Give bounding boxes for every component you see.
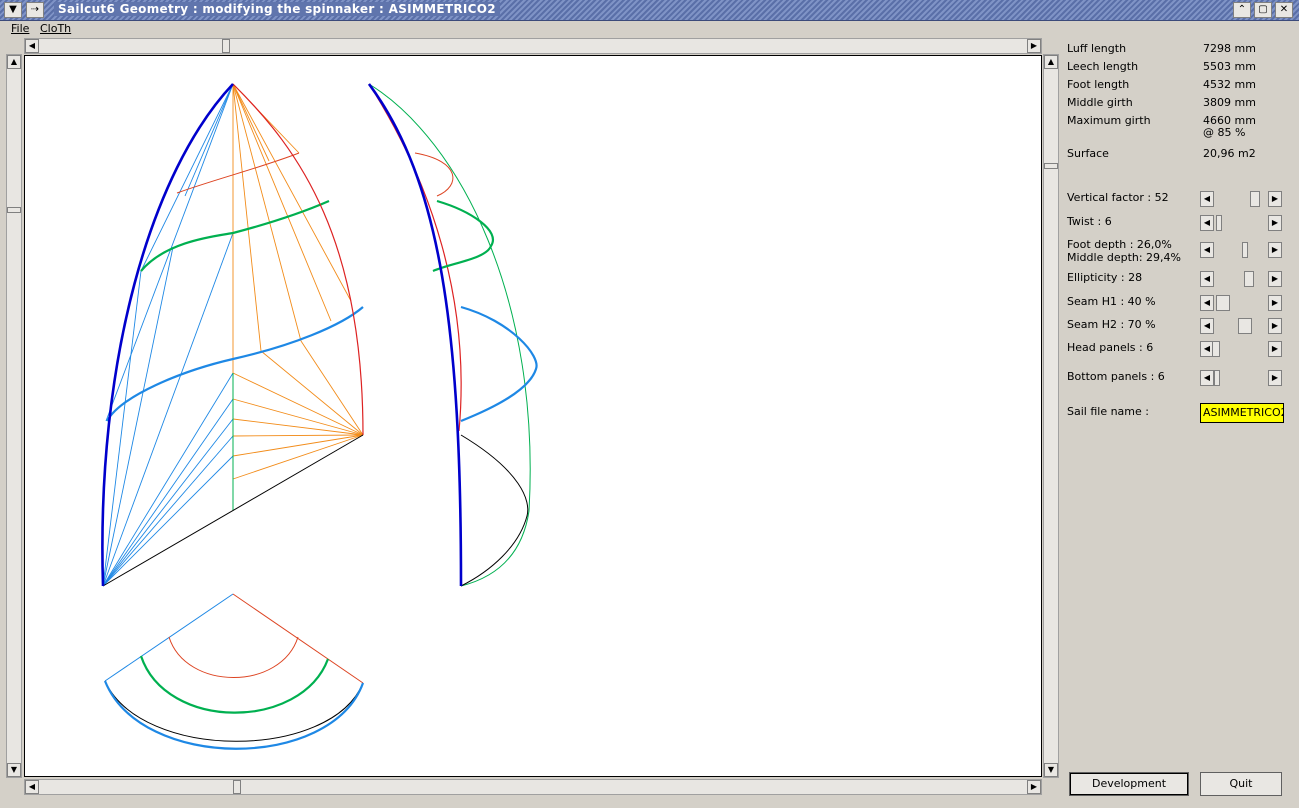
leech-length-label: Leech length <box>1067 60 1139 73</box>
development-button[interactable]: Development <box>1069 772 1189 796</box>
scrollbar-thumb[interactable] <box>7 207 21 213</box>
luff-length-value: 7298 mm <box>1203 42 1256 55</box>
foot-length-label: Foot length <box>1067 78 1130 91</box>
parameter-panel: Luff length 7298 mm Leech length 5503 mm… <box>1060 40 1296 800</box>
decrease-icon[interactable]: ◀ <box>1200 370 1214 386</box>
middle-depth-label: Middle depth: 29,4% <box>1067 251 1181 264</box>
close-icon[interactable]: ✕ <box>1275 2 1293 18</box>
head-panels-label: Head panels : 6 <box>1067 341 1154 354</box>
minimize-icon[interactable]: ⌃ <box>1233 2 1251 18</box>
slider-thumb[interactable] <box>1242 242 1248 258</box>
side-view <box>367 83 538 587</box>
surface-label: Surface <box>1067 147 1109 160</box>
middle-girth-value: 3809 mm <box>1203 96 1256 109</box>
increase-icon[interactable]: ▶ <box>1268 295 1282 311</box>
scroll-right-icon[interactable]: ▶ <box>1027 39 1041 53</box>
sail-file-name-label: Sail file name : <box>1067 405 1149 418</box>
surface-value: 20,96 m2 <box>1203 147 1256 160</box>
decrease-icon[interactable]: ◀ <box>1200 191 1214 207</box>
scroll-down-icon[interactable]: ▼ <box>1044 763 1058 777</box>
maximize-icon[interactable]: ▢ <box>1254 2 1272 18</box>
menu-file[interactable]: File <box>11 22 29 35</box>
scroll-left-icon[interactable]: ◀ <box>25 39 39 53</box>
slider-thumb[interactable] <box>1238 318 1252 334</box>
increase-icon[interactable]: ▶ <box>1268 271 1282 287</box>
leech-radials <box>232 83 364 480</box>
increase-icon[interactable]: ▶ <box>1268 370 1282 386</box>
increase-icon[interactable]: ▶ <box>1268 242 1282 258</box>
sail-file-name-field[interactable]: ASIMMETRICO2 <box>1200 403 1284 423</box>
top-horizontal-scrollbar[interactable]: ◀ ▶ <box>24 38 1042 54</box>
foot-length-value: 4532 mm <box>1203 78 1256 91</box>
bottom-horizontal-scrollbar[interactable]: ◀ ▶ <box>24 779 1042 795</box>
decrease-icon[interactable]: ◀ <box>1200 242 1214 258</box>
decrease-icon[interactable]: ◀ <box>1200 215 1214 231</box>
sail-drawing-canvas[interactable] <box>24 55 1042 777</box>
increase-icon[interactable]: ▶ <box>1268 191 1282 207</box>
leech-length-value: 5503 mm <box>1203 60 1256 73</box>
ellipticity-label: Ellipticity : 28 <box>1067 271 1143 284</box>
scrollbar-thumb[interactable] <box>222 39 230 53</box>
slider-thumb[interactable] <box>1250 191 1260 207</box>
slider-thumb[interactable] <box>1216 215 1222 231</box>
middle-girth-label: Middle girth <box>1067 96 1133 109</box>
window-title: Sailcut6 Geometry : modifying the spinna… <box>54 2 500 16</box>
increase-icon[interactable]: ▶ <box>1268 341 1282 357</box>
luff-length-label: Luff length <box>1067 42 1127 55</box>
bottom-panels-label: Bottom panels : 6 <box>1067 370 1165 383</box>
scroll-left-icon[interactable]: ◀ <box>25 780 39 794</box>
window-menu-icon[interactable]: ▼ <box>4 2 22 18</box>
plan-view <box>103 593 365 750</box>
seam-h1-label: Seam H1 : 40 % <box>1067 295 1156 308</box>
decrease-icon[interactable]: ◀ <box>1200 271 1214 287</box>
increase-icon[interactable]: ▶ <box>1268 215 1282 231</box>
increase-icon[interactable]: ▶ <box>1268 318 1282 334</box>
foot-depth-label: Foot depth : 26,0% <box>1067 238 1172 251</box>
maximum-girth-position: @ 85 % <box>1203 126 1246 139</box>
sail-drawing <box>101 83 538 750</box>
scrollbar-thumb[interactable] <box>1044 163 1058 169</box>
scroll-up-icon[interactable]: ▲ <box>7 55 21 69</box>
quit-button[interactable]: Quit <box>1200 772 1282 796</box>
scrollbar-thumb[interactable] <box>233 780 241 794</box>
twist-label: Twist : 6 <box>1067 215 1112 228</box>
menu-bar: File CloTh <box>0 21 1299 37</box>
front-view <box>101 83 364 587</box>
maximum-girth-label: Maximum girth <box>1067 114 1151 127</box>
decrease-icon[interactable]: ◀ <box>1200 295 1214 311</box>
slider-thumb[interactable] <box>1216 295 1230 311</box>
title-bar: ▼ ⇢ Sailcut6 Geometry : modifying the sp… <box>0 0 1299 21</box>
scroll-up-icon[interactable]: ▲ <box>1044 55 1058 69</box>
seam-h2-label: Seam H2 : 70 % <box>1067 318 1156 331</box>
menu-cloth[interactable]: CloTh <box>40 22 71 35</box>
slider-thumb[interactable] <box>1244 271 1254 287</box>
slider-thumb[interactable] <box>1212 341 1220 357</box>
scroll-down-icon[interactable]: ▼ <box>7 763 21 777</box>
slider-thumb[interactable] <box>1214 370 1220 386</box>
right-vertical-scrollbar[interactable]: ▲ ▼ <box>1043 54 1059 778</box>
scroll-right-icon[interactable]: ▶ <box>1027 780 1041 794</box>
pin-icon[interactable]: ⇢ <box>26 2 44 18</box>
vertical-factor-label: Vertical factor : 52 <box>1067 191 1169 204</box>
left-vertical-scrollbar[interactable]: ▲ ▼ <box>6 54 22 778</box>
decrease-icon[interactable]: ◀ <box>1200 318 1214 334</box>
